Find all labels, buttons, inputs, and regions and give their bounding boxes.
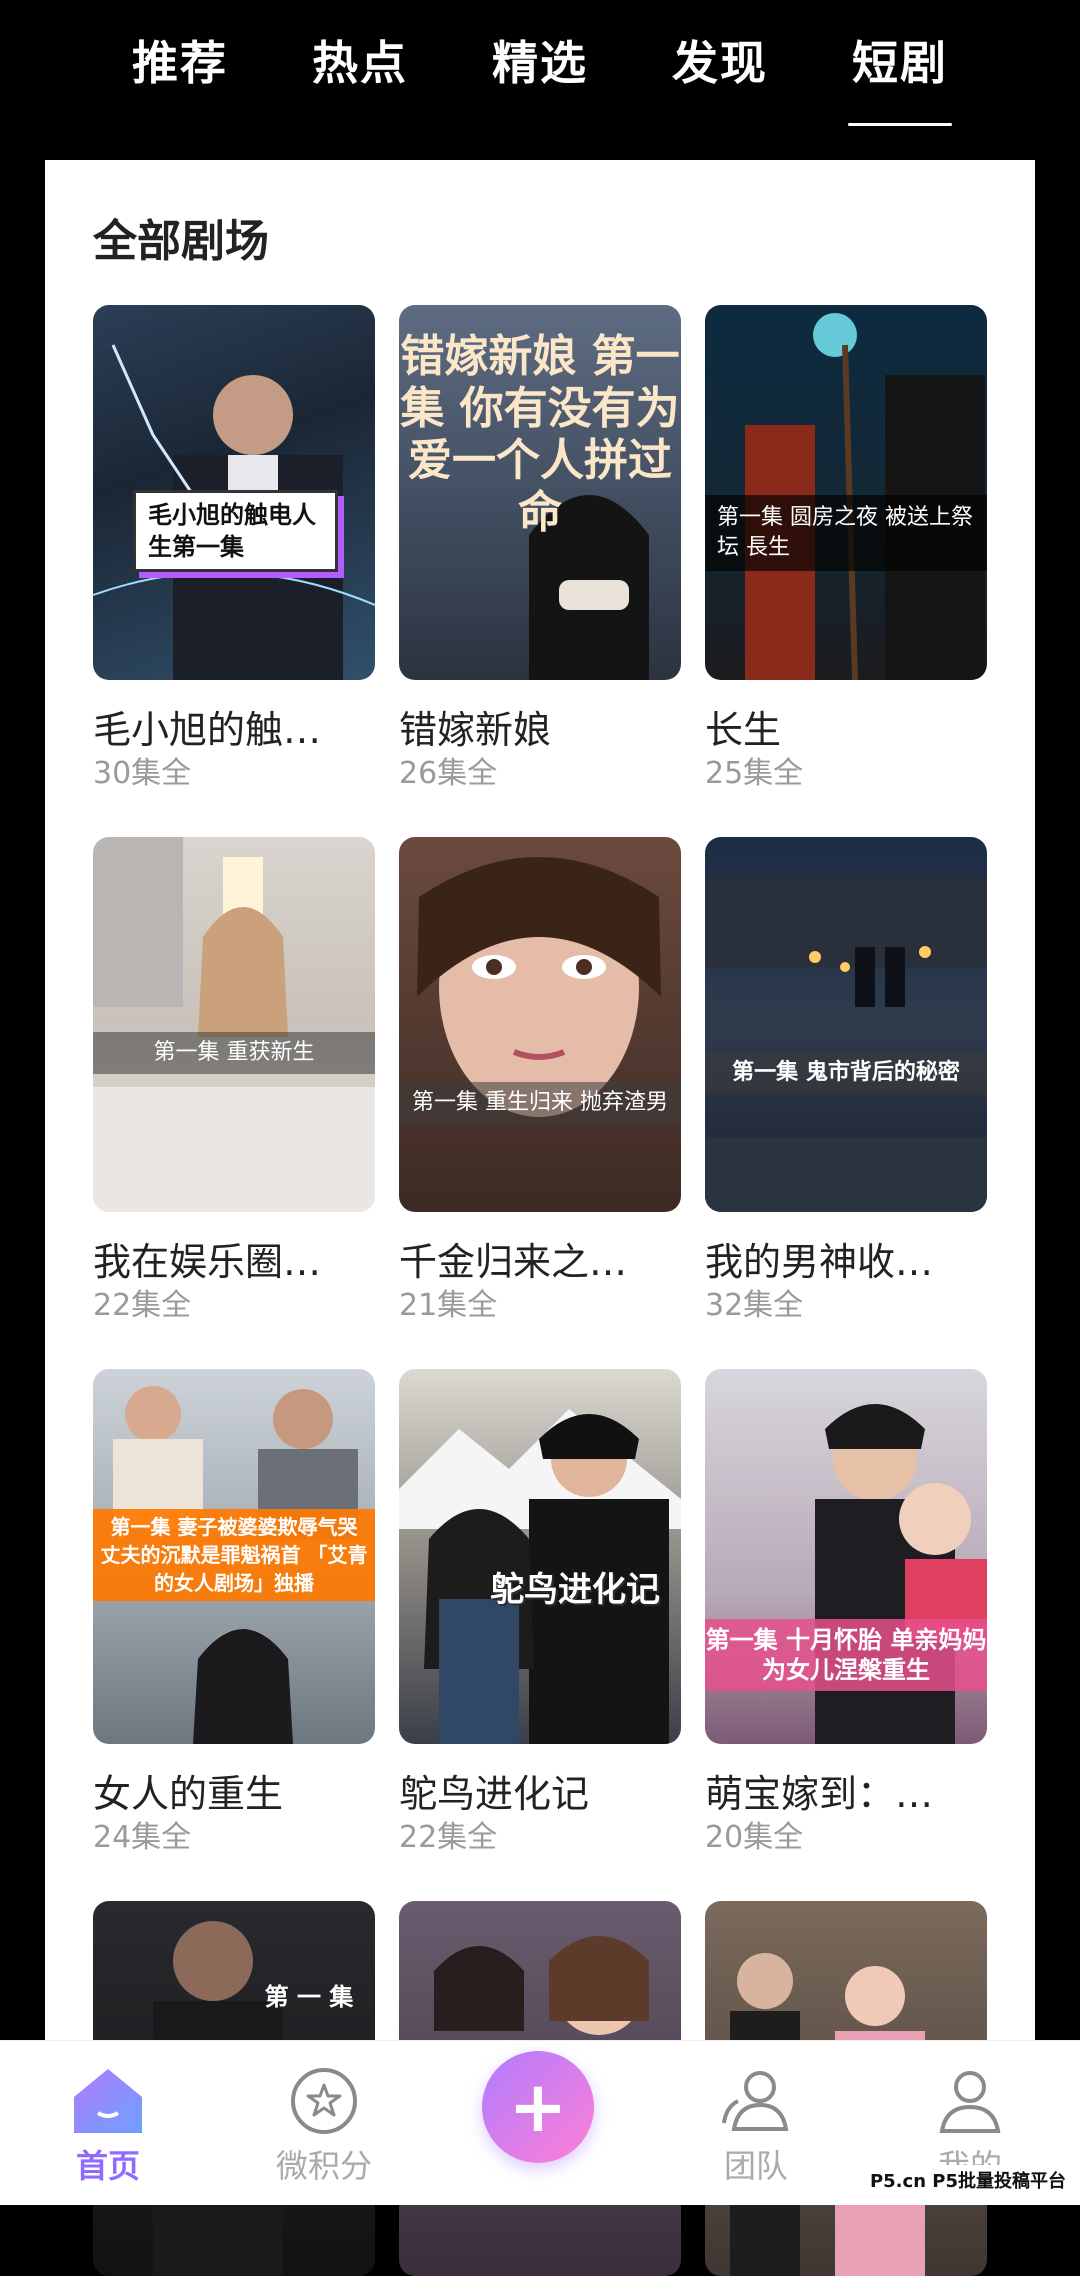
poster-caption: 毛小旭的触电人生第一集 — [133, 490, 338, 572]
poster-caption: 鸵鸟进化记 — [490, 1570, 660, 1610]
drama-card[interactable]: 第一集 重获新生 我在娱乐圈… 22集全 — [93, 837, 375, 1326]
drama-card[interactable]: 第一集 十月怀胎 单亲妈妈 为女儿涅槃重生 萌宝嫁到：… 20集全 — [705, 1369, 987, 1858]
drama-poster[interactable]: 鸵鸟进化记 — [399, 1369, 681, 1744]
drama-episodes: 30集全 — [93, 756, 192, 791]
home-icon — [74, 2069, 142, 2133]
drama-episodes: 22集全 — [399, 1820, 498, 1855]
plus-icon: + — [508, 2066, 568, 2148]
drama-poster[interactable]: 第一集 圆房之夜 被送上祭坛 長生 — [705, 305, 987, 680]
poster-illustration — [705, 877, 987, 1212]
tab-hot[interactable]: 热点 — [310, 30, 410, 120]
profile-icon — [939, 2071, 1001, 2133]
drama-poster[interactable]: 第一集 十月怀胎 单亲妈妈 为女儿涅槃重生 — [705, 1369, 987, 1744]
drama-title: 我在娱乐圈… — [93, 1240, 322, 1284]
drama-episodes: 22集全 — [93, 1288, 192, 1323]
drama-card[interactable]: 第一集 鬼市背后的秘密 我的男神收… 32集全 — [705, 837, 987, 1326]
tab-discover[interactable]: 发现 — [670, 30, 770, 120]
drama-episodes: 20集全 — [705, 1820, 804, 1855]
drama-poster[interactable]: 毛小旭的触电人生第一集 — [93, 305, 375, 680]
team-icon — [722, 2071, 789, 2131]
nav-points[interactable]: 微积分 — [224, 2041, 424, 2205]
poster-illustration — [745, 313, 985, 680]
drama-title: 千金归来之… — [399, 1240, 628, 1284]
drama-episodes: 21集全 — [399, 1288, 498, 1323]
drama-title: 错嫁新娘 — [399, 708, 552, 752]
drama-card[interactable]: 毛小旭的触电人生第一集 毛小旭的触… 30集全 — [93, 305, 375, 794]
nav-home-label: 首页 — [75, 2147, 140, 2185]
poster-illustration — [93, 837, 375, 1212]
drama-card[interactable]: 第一集 重生归来 抛弃渣男 千金归来之… 21集全 — [399, 837, 681, 1326]
drama-panel: 全部剧场 毛小旭的触电人生第一集 毛小旭的触… 30集全 错嫁新娘 第一集 你有… — [45, 160, 1035, 2276]
drama-poster[interactable]: 第一集 重生归来 抛弃渣男 — [399, 837, 681, 1212]
nav-team-label: 团队 — [723, 2147, 788, 2185]
drama-card[interactable]: 鸵鸟进化记 鸵鸟进化记 22集全 — [399, 1369, 681, 1858]
drama-poster[interactable]: 第一集 重获新生 — [93, 837, 375, 1212]
nav-points-label: 微积分 — [275, 2147, 372, 2185]
drama-card[interactable]: 第一集 妻子被婆婆欺辱气哭 丈夫的沉默是罪魁祸首 「艾青的女人剧场」独播 女人的… — [93, 1369, 375, 1858]
drama-card[interactable]: 第一集 圆房之夜 被送上祭坛 長生 长生 25集全 — [705, 305, 987, 794]
poster-caption: 第一集 重获新生 — [93, 1032, 375, 1074]
drama-poster[interactable]: 第一集 鬼市背后的秘密 — [705, 837, 987, 1212]
poster-caption: 第一集 圆房之夜 被送上祭坛 長生 — [705, 495, 987, 571]
star-circle-icon — [291, 2068, 357, 2134]
drama-card[interactable]: 错嫁新娘 第一集 你有没有为爱一个人拼过命 错嫁新娘 26集全 — [399, 305, 681, 794]
drama-episodes: 25集全 — [705, 756, 804, 791]
drama-episodes: 24集全 — [93, 1820, 192, 1855]
drama-poster[interactable]: 第一集 妻子被婆婆欺辱气哭 丈夫的沉默是罪魁祸首 「艾青的女人剧场」独播 — [93, 1369, 375, 1744]
poster-caption: 第一集 妻子被婆婆欺辱气哭 丈夫的沉默是罪魁祸首 「艾青的女人剧场」独播 — [93, 1509, 375, 1601]
section-title: 全部剧场 — [93, 216, 269, 267]
poster-caption: 第 一 集 — [264, 1983, 354, 2011]
nav-home[interactable]: 首页 — [8, 2041, 208, 2205]
poster-illustration — [417, 857, 661, 1117]
tab-short-drama[interactable]: 短剧 — [848, 30, 952, 126]
tab-featured[interactable]: 精选 — [490, 30, 590, 120]
nav-team[interactable]: 团队 — [656, 2041, 856, 2205]
poster-caption: 第一集 重生归来 抛弃渣男 — [399, 1082, 681, 1124]
drama-title: 鸵鸟进化记 — [399, 1772, 590, 1816]
top-tab-bar: 推荐 热点 精选 发现 短剧 — [0, 0, 1080, 160]
poster-caption: 第一集 十月怀胎 单亲妈妈 为女儿涅槃重生 — [705, 1619, 987, 1691]
drama-title: 毛小旭的触… — [93, 708, 322, 752]
drama-title: 女人的重生 — [93, 1772, 284, 1816]
bottom-nav: 首页 微积分 + 团队 我的 P5.cn P5批量投稿平台 — [0, 2040, 1080, 2205]
drama-episodes: 26集全 — [399, 756, 498, 791]
drama-episodes: 32集全 — [705, 1288, 804, 1323]
poster-illustration — [399, 1409, 681, 1744]
tab-recommend[interactable]: 推荐 — [130, 30, 230, 120]
add-button[interactable]: + — [482, 2051, 594, 2163]
watermark: P5.cn P5批量投稿平台 — [863, 2165, 1072, 2195]
drama-title: 长生 — [705, 708, 782, 752]
poster-caption: 错嫁新娘 第一集 你有没有为爱一个人拼过命 — [400, 331, 680, 538]
poster-caption: 第一集 鬼市背后的秘密 — [705, 1052, 987, 1094]
drama-title: 我的男神收… — [705, 1240, 934, 1284]
drama-title: 萌宝嫁到：… — [705, 1772, 934, 1816]
drama-poster[interactable]: 错嫁新娘 第一集 你有没有为爱一个人拼过命 — [399, 305, 681, 680]
